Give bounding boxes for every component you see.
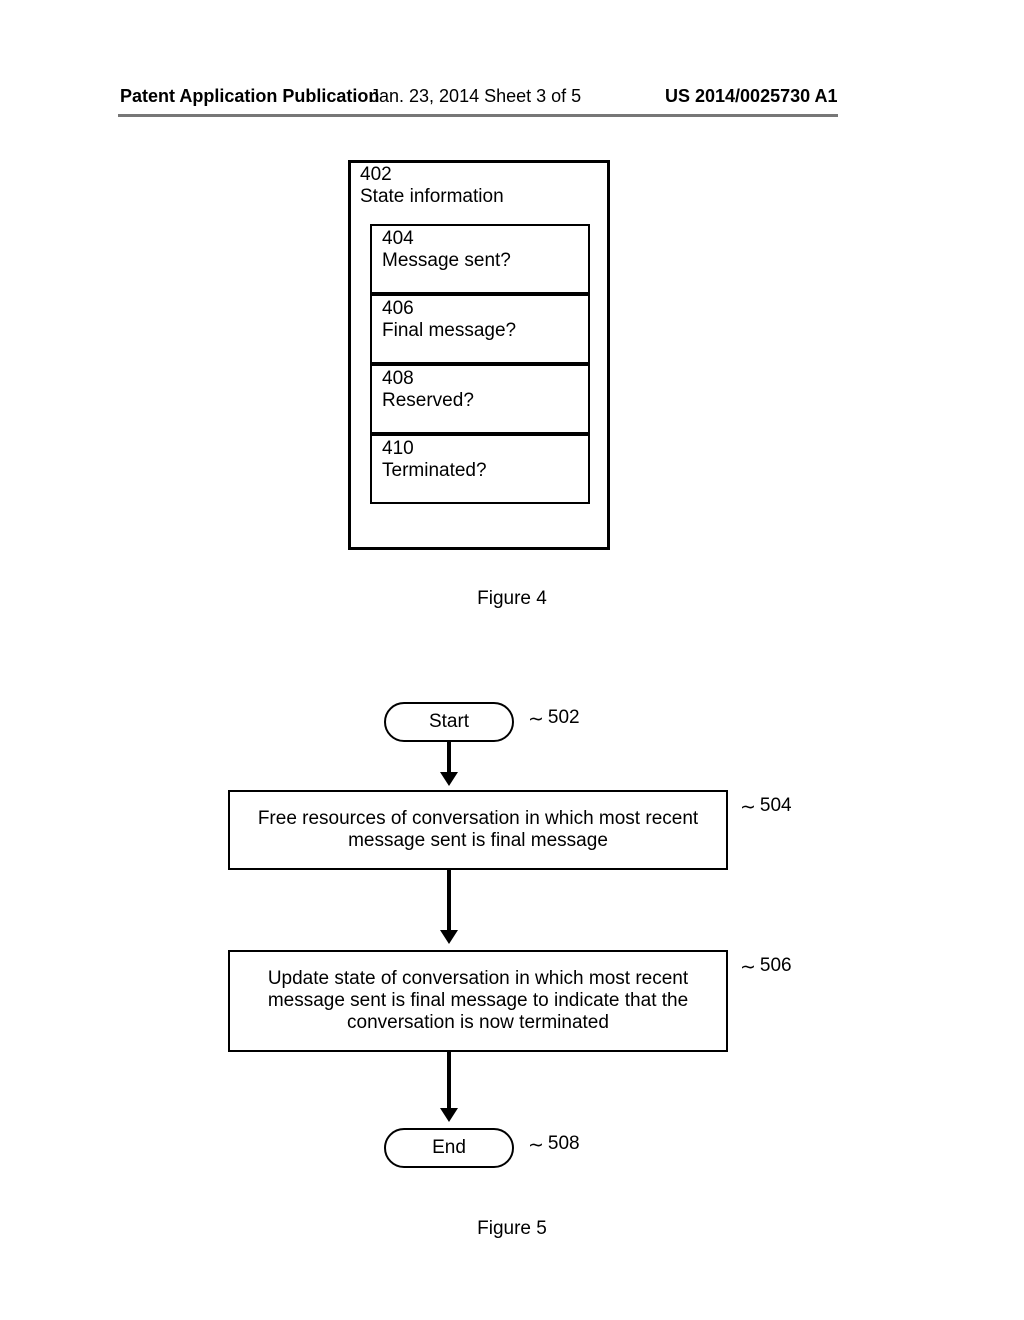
fig5-arrow-2-line — [447, 870, 451, 932]
fig5-proc2-ref: ∼506 — [740, 954, 792, 977]
fig5-arrow-3-line — [447, 1052, 451, 1110]
header-rule — [118, 114, 838, 117]
fig4-row-4-label: Terminated? — [382, 460, 487, 482]
fig5-process-2-text: Update state of conversation in which mo… — [244, 968, 712, 1034]
fig5-arrow-1-head — [440, 772, 458, 786]
fig5-end-ref-text: 508 — [548, 1133, 580, 1154]
header-mid: Jan. 23, 2014 Sheet 3 of 5 — [370, 86, 581, 107]
fig4-row-3-label: Reserved? — [382, 390, 474, 412]
fig5-proc2-ref-text: 506 — [760, 955, 792, 976]
fig5-start-terminator: Start — [384, 702, 514, 742]
fig5-proc1-ref: ∼504 — [740, 794, 792, 817]
fig5-process-1-text: Free resources of conversation in which … — [244, 808, 712, 852]
fig5-end-terminator: End — [384, 1128, 514, 1168]
fig5-start-ref-text: 502 — [548, 707, 580, 728]
fig5-proc1-ref-text: 504 — [760, 795, 792, 816]
fig4-row-1-label: Message sent? — [382, 250, 511, 272]
fig4-row-2-num: 406 — [382, 298, 414, 320]
header-left: Patent Application Publication — [120, 86, 379, 107]
fig5-end-ref: ∼508 — [528, 1132, 580, 1155]
fig5-arrow-2-head — [440, 930, 458, 944]
header-right: US 2014/0025730 A1 — [665, 86, 837, 107]
fig5-arrow-1-line — [447, 742, 451, 774]
fig5-start-label: Start — [429, 711, 469, 733]
fig5-process-2: Update state of conversation in which mo… — [228, 950, 728, 1052]
fig4-row-4-num: 410 — [382, 438, 414, 460]
patent-page: Patent Application Publication Jan. 23, … — [0, 0, 1024, 1320]
fig4-row-3-num: 408 — [382, 368, 414, 390]
fig5-caption: Figure 5 — [0, 1218, 1024, 1240]
fig4-outer-label: State information — [360, 186, 504, 208]
fig4-outer-num: 402 — [360, 164, 392, 186]
fig4-row-2-label: Final message? — [382, 320, 516, 342]
fig4-caption: Figure 4 — [0, 588, 1024, 610]
fig5-process-1: Free resources of conversation in which … — [228, 790, 728, 870]
fig5-end-label: End — [432, 1137, 466, 1159]
fig4-row-1-num: 404 — [382, 228, 414, 250]
fig5-arrow-3-head — [440, 1108, 458, 1122]
fig5-start-ref: ∼502 — [528, 706, 580, 729]
